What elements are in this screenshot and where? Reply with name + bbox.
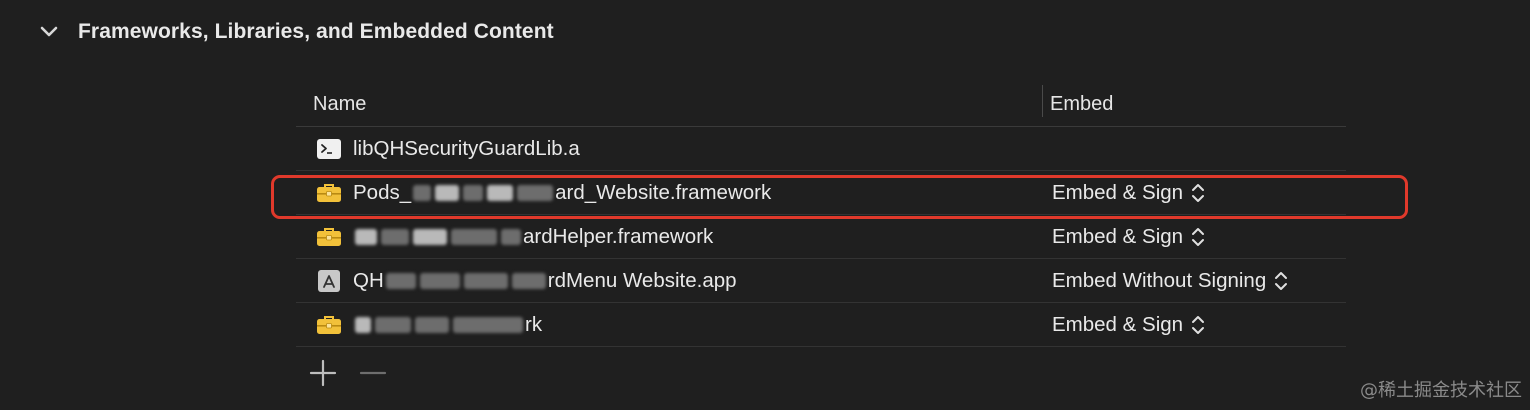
- row-name-suffix: rdMenu Website.app: [547, 269, 737, 292]
- embed-select[interactable]: Embed & Sign: [1052, 303, 1205, 347]
- table-header: Name Embed: [296, 82, 1346, 127]
- table-row[interactable]: Pods_ ard_Website.framework Embed & Sign: [296, 171, 1346, 215]
- redaction: [435, 185, 460, 201]
- toolbox-icon: [316, 314, 342, 336]
- frameworks-panel: Frameworks, Libraries, and Embedded Cont…: [0, 0, 1530, 410]
- redaction: [355, 229, 377, 245]
- chevron-up-down-icon: [1192, 184, 1205, 202]
- chevron-up-down-icon: [1192, 228, 1205, 246]
- redaction: [463, 185, 484, 201]
- frameworks-table: Name Embed libQHSecurityGuardLib.a Pods_: [296, 82, 1346, 347]
- embed-select[interactable]: Embed Without Signing: [1052, 259, 1288, 303]
- redaction: [453, 317, 523, 333]
- row-name-text: libQHSecurityGuardLib.a: [353, 137, 580, 160]
- row-name: Pods_ ard_Website.framework: [353, 171, 771, 215]
- minus-icon: [359, 371, 387, 375]
- row-name-suffix: ardHelper.framework: [523, 225, 714, 248]
- column-header-embed[interactable]: Embed: [1050, 82, 1113, 127]
- row-name-suffix: rk: [525, 313, 543, 336]
- redaction: [413, 185, 432, 201]
- redaction: [381, 229, 409, 245]
- redaction: [517, 185, 554, 201]
- redaction: [355, 317, 371, 333]
- redaction: [413, 229, 447, 245]
- embed-select[interactable]: Embed & Sign: [1052, 171, 1205, 215]
- column-header-name[interactable]: Name: [313, 82, 366, 127]
- remove-button[interactable]: [356, 358, 390, 388]
- watermark: @稀土掘金技术社区: [1360, 380, 1522, 401]
- redaction: [463, 273, 508, 289]
- table-row[interactable]: QH rdMenu Website.app Embed Without Sign…: [296, 259, 1346, 303]
- redaction: [419, 273, 460, 289]
- chevron-up-down-icon: [1275, 272, 1288, 290]
- redaction: [511, 273, 546, 289]
- embed-select[interactable]: Embed & Sign: [1052, 215, 1205, 259]
- row-name: libQHSecurityGuardLib.a: [353, 127, 580, 171]
- table-row[interactable]: ardHelper.framework Embed & Sign: [296, 215, 1346, 259]
- section-title: Frameworks, Libraries, and Embedded Cont…: [78, 20, 554, 43]
- redaction: [375, 317, 411, 333]
- row-name: rk: [353, 303, 542, 347]
- chevron-down-icon[interactable]: [38, 21, 60, 43]
- chevron-up-down-icon: [1192, 316, 1205, 334]
- redaction: [487, 185, 514, 201]
- table-footer: [296, 358, 390, 388]
- add-button[interactable]: [306, 358, 340, 388]
- embed-value: Embed Without Signing: [1052, 269, 1267, 292]
- toolbox-icon: [316, 226, 342, 248]
- column-divider[interactable]: [1042, 85, 1043, 117]
- row-name-prefix: Pods_: [353, 181, 412, 204]
- row-name-prefix: QH: [353, 269, 384, 292]
- redaction: [501, 229, 521, 245]
- table-row[interactable]: rk Embed & Sign: [296, 303, 1346, 347]
- redaction: [415, 317, 449, 333]
- embed-value: Embed & Sign: [1052, 181, 1184, 204]
- app-store-icon: [316, 270, 342, 292]
- toolbox-icon: [316, 182, 342, 204]
- row-name: QH rdMenu Website.app: [353, 259, 737, 303]
- terminal-library-icon: [316, 138, 342, 160]
- redaction: [385, 273, 416, 289]
- row-name: ardHelper.framework: [353, 215, 713, 259]
- redaction: [451, 229, 497, 245]
- embed-value: Embed & Sign: [1052, 313, 1184, 336]
- embed-value: Embed & Sign: [1052, 225, 1184, 248]
- plus-icon: [309, 359, 337, 387]
- section-header[interactable]: Frameworks, Libraries, and Embedded Cont…: [38, 16, 554, 48]
- row-name-suffix: ard_Website.framework: [555, 181, 772, 204]
- table-row[interactable]: libQHSecurityGuardLib.a: [296, 127, 1346, 171]
